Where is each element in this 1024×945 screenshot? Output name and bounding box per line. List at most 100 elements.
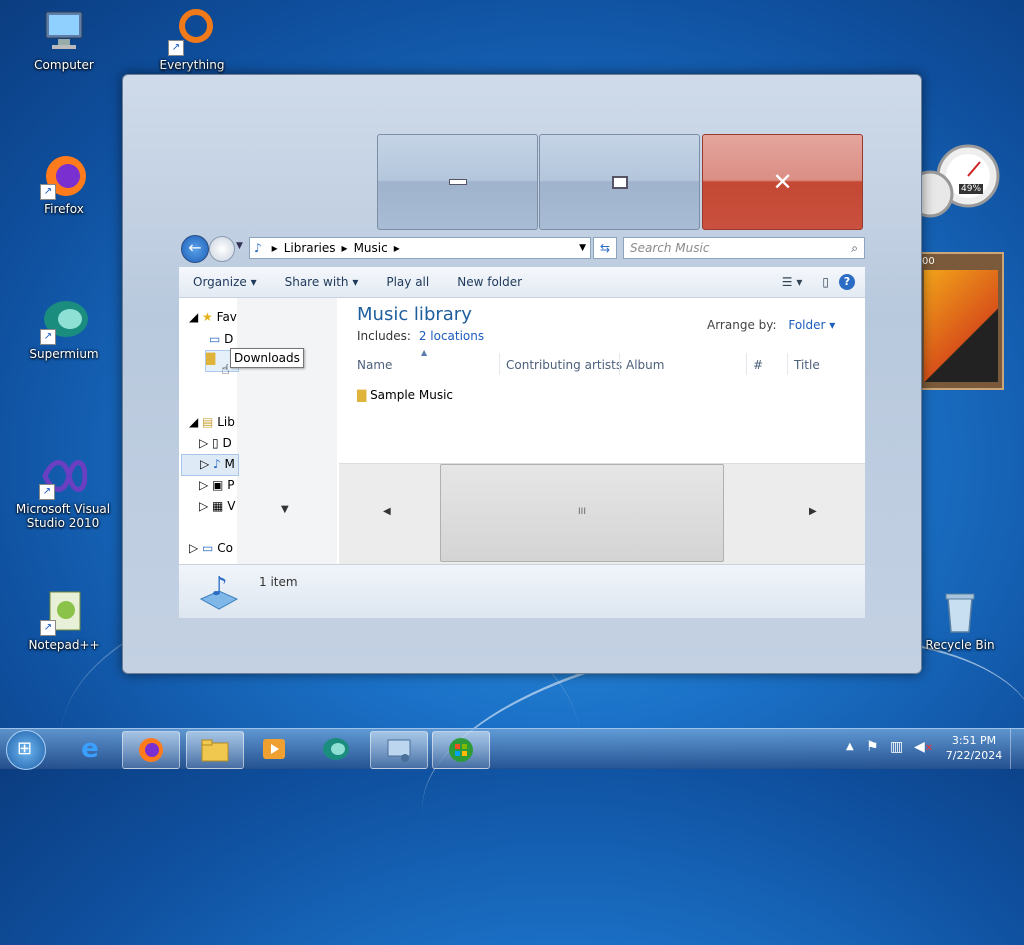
desktop-icon-label: Microsoft Visual Studio 2010 (15, 502, 111, 530)
taskbar-supermium[interactable] (308, 731, 364, 767)
desktop-icon-notepadpp[interactable]: ↗ Notepad++ (19, 588, 109, 652)
nav-desktop-label: D (224, 332, 234, 346)
back-button[interactable]: ← (181, 235, 209, 263)
show-desktop-button[interactable] (1010, 729, 1024, 769)
taskbar-control-panel[interactable] (370, 731, 428, 769)
desktop-icon-label: Recycle Bin (925, 638, 995, 652)
slideshow-gadget[interactable]: 00 (918, 252, 1004, 390)
new-folder-button[interactable]: New folder (443, 275, 536, 289)
share-with-button[interactable]: Share with ▾ (271, 275, 373, 289)
windows-logo-icon: ⊞ (17, 738, 33, 759)
taskbar-media-player[interactable] (246, 731, 302, 767)
taskbar-firefox[interactable] (122, 731, 180, 769)
recent-pages-chevron-icon[interactable]: ▼ (236, 241, 243, 251)
nav-favorites-label: Fav (216, 310, 237, 324)
action-center-flag-icon[interactable]: ⚑ (866, 739, 879, 755)
column-title[interactable]: Title (794, 358, 820, 372)
details-pane: ♪ 1 item (179, 564, 865, 618)
column-divider[interactable] (499, 353, 500, 375)
nav-pictures[interactable]: ▷ ▣ P (199, 478, 234, 492)
scroll-thumb[interactable]: III (440, 464, 724, 562)
breadcrumb-separator-icon: ▸ (393, 241, 400, 255)
forward-button[interactable] (209, 236, 235, 262)
nav-scrollbar[interactable]: ▼ (237, 298, 337, 564)
column-name[interactable]: Name (357, 358, 392, 372)
cpu-meter-gadget[interactable]: 49% (906, 142, 1000, 220)
maximize-icon (611, 175, 628, 189)
help-icon: ? (843, 275, 851, 288)
window-preview[interactable]: ✕ ← ▼ ♪ ▸ Libraries ▸ Music ▸ ▼ ⇆ Search… (122, 74, 922, 674)
includes-locations-link[interactable]: 2 locations (419, 329, 484, 343)
address-bar[interactable]: ♪ ▸ Libraries ▸ Music ▸ ▼ (249, 237, 591, 259)
scroll-down-arrow-icon[interactable]: ▼ (281, 504, 289, 515)
column-contributing-artists[interactable]: Contributing artists (506, 358, 622, 372)
refresh-button[interactable]: ⇆ (593, 237, 617, 259)
horizontal-scrollbar[interactable]: ◀ III ▶ (339, 463, 865, 565)
arrange-by-dropdown[interactable]: Folder ▾ (788, 318, 835, 332)
play-all-button[interactable]: Play all (372, 275, 443, 289)
column-divider[interactable] (787, 353, 788, 375)
scroll-right-arrow-icon[interactable]: ▶ (809, 506, 817, 517)
refresh-icon: ⇆ (599, 241, 611, 255)
folder-icon: ▇ (357, 388, 367, 402)
taskbar-explorer[interactable] (186, 731, 244, 769)
start-button[interactable]: ⊞ (6, 730, 46, 770)
column-divider[interactable] (619, 353, 620, 375)
column-album[interactable]: Album (626, 358, 664, 372)
navigation-pane[interactable]: ▼ ◢ ★ Fav ▭ D ▇ Downloads ☝ ◢ ▤ Lib ▷ ▯ … (179, 298, 340, 564)
nav-music: ▷ ♪ M (200, 457, 235, 471)
help-button[interactable]: ? (839, 274, 855, 290)
nav-documents-label: D (222, 436, 232, 450)
nav-computer[interactable]: ▷ ▭ Co (189, 541, 233, 555)
file-list-pane[interactable]: Music library Includes: 2 locations Arra… (339, 298, 865, 565)
search-box[interactable]: Search Music ⌕ (623, 237, 865, 259)
shortcut-arrow-icon: ↗ (40, 620, 56, 636)
visual-studio-icon: ↗ (39, 452, 88, 500)
desktop-icon-supermium[interactable]: ↗ Supermium (19, 297, 109, 361)
desktop-icon-recycle-bin[interactable]: Recycle Bin (915, 588, 1005, 652)
column-divider[interactable] (746, 353, 747, 375)
arrange-by: Arrange by: Folder ▾ (707, 318, 835, 332)
nav-music-selected[interactable]: ▷ ♪ M (181, 454, 239, 476)
view-list-icon: ☰ (781, 275, 793, 289)
desktop-icon-visual-studio[interactable]: ↗ Microsoft Visual Studio 2010 (0, 452, 126, 530)
breadcrumb-separator-icon: ▸ (271, 241, 278, 255)
taskbar-windows-media-center[interactable] (432, 731, 490, 769)
toucan-picture (924, 270, 998, 382)
system-clock[interactable]: 3:51 PM 7/22/2024 (944, 733, 1004, 763)
scroll-left-arrow-icon[interactable]: ◀ (383, 506, 391, 517)
address-dropdown-icon[interactable]: ▼ (579, 243, 590, 253)
minimize-button[interactable] (377, 134, 538, 230)
clock-time: 3:51 PM (951, 734, 997, 747)
close-button[interactable]: ✕ (702, 134, 863, 230)
organize-button[interactable]: Organize ▾ (179, 275, 271, 289)
file-row-sample-music[interactable]: ▇ Sample Music (357, 388, 453, 402)
back-arrow-icon: ← (188, 238, 202, 257)
desktop-icon-firefox[interactable]: ↗ Firefox (19, 152, 109, 216)
desktop-icon-computer[interactable]: Computer (19, 8, 109, 72)
nav-videos[interactable]: ▷ ▦ V (199, 499, 235, 513)
search-icon: ⌕ (851, 240, 858, 255)
breadcrumb-libraries[interactable]: Libraries (284, 241, 336, 255)
nav-favorites[interactable]: ◢ ★ Fav (189, 310, 237, 324)
show-hidden-icons-icon[interactable]: ▲ (846, 741, 854, 752)
supermium-icon (323, 738, 349, 760)
close-icon: ✕ (772, 168, 793, 196)
breadcrumb-music[interactable]: Music (354, 241, 388, 255)
network-icon[interactable]: ▥ (890, 739, 903, 755)
nav-libraries[interactable]: ◢ ▤ Lib (189, 415, 235, 429)
volume-muted-icon[interactable]: ◀✕ (914, 739, 933, 755)
preview-pane-button[interactable]: ▯ (812, 275, 839, 289)
desktop-icon-everything[interactable]: ↗ Everything (147, 8, 237, 72)
change-view-button[interactable]: ☰ ▾ (772, 275, 813, 289)
star-icon: ★ (202, 310, 213, 324)
nav-documents[interactable]: ▷ ▯ D (199, 436, 232, 450)
nav-desktop[interactable]: ▭ D (209, 332, 233, 346)
search-input[interactable]: Search Music (624, 241, 845, 255)
shortcut-arrow-icon: ↗ (168, 40, 184, 56)
column-track-number[interactable]: # (753, 358, 763, 372)
pictures-icon: ▣ (212, 478, 224, 492)
maximize-button[interactable] (539, 134, 700, 230)
taskbar-internet-explorer[interactable]: e (62, 731, 118, 767)
recycle-bin-icon (936, 588, 984, 636)
